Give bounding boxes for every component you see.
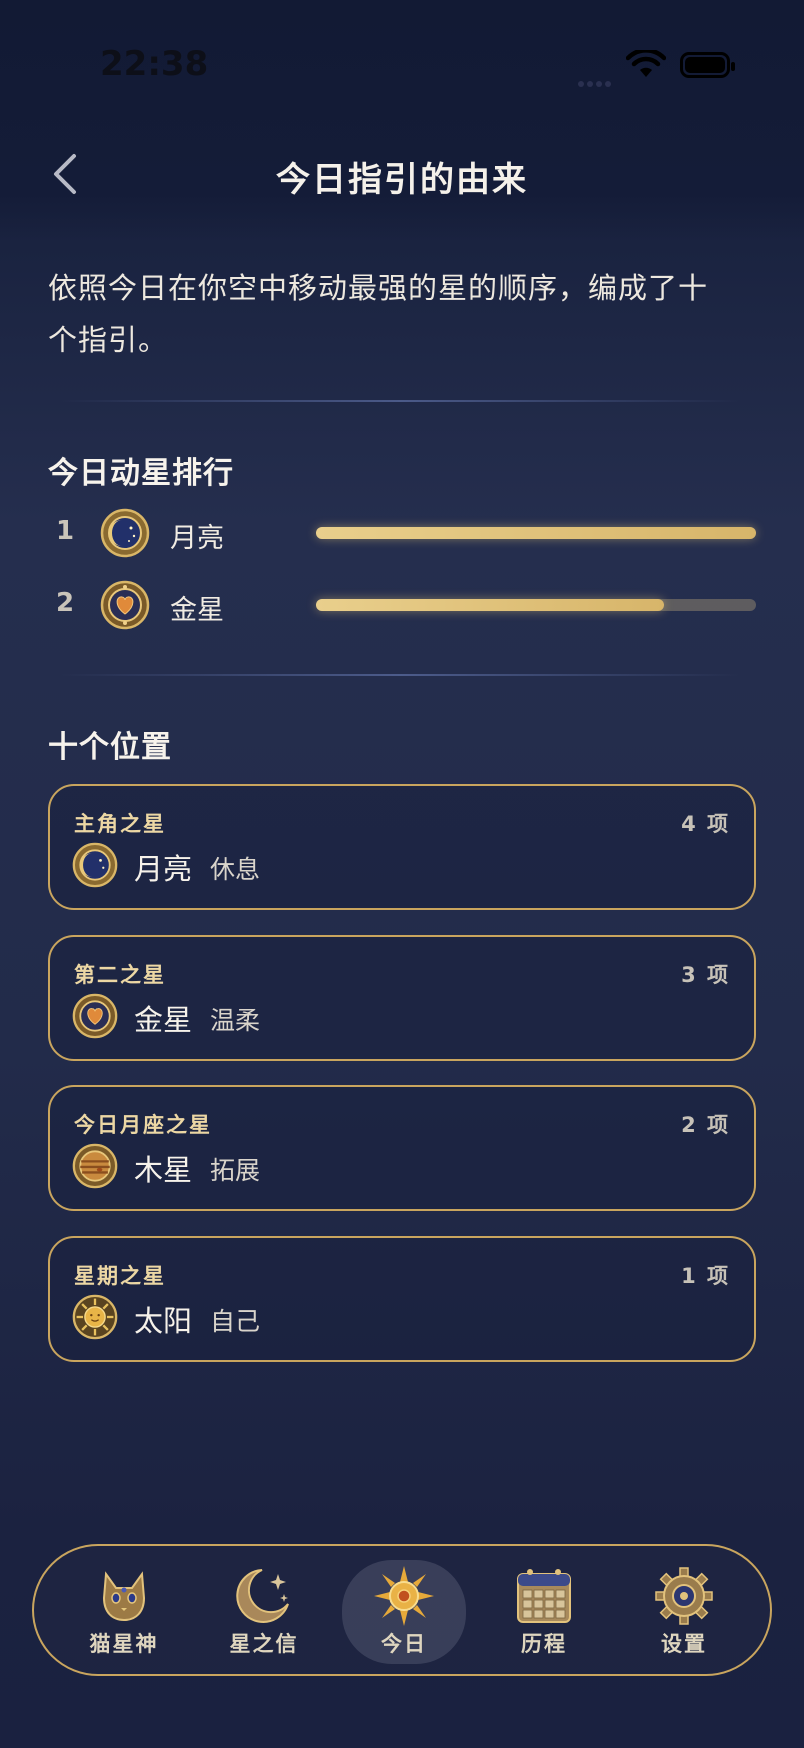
- venus-icon: [100, 580, 150, 630]
- strength-bar-fill: [316, 527, 756, 539]
- bottom-tab-bar: 猫星神 星之信 今日 历程 设置: [32, 1544, 772, 1676]
- rank-planet-name: 月亮: [170, 523, 224, 554]
- tab-settings[interactable]: 设置: [622, 1560, 746, 1664]
- crescent-icon: [236, 1569, 289, 1623]
- tab-star-letter[interactable]: 星之信: [202, 1560, 326, 1664]
- venus-icon: [72, 993, 118, 1039]
- calendar-icon: [517, 1569, 571, 1623]
- rank-row-moon: 1 月亮: [48, 506, 758, 562]
- rank-number: 1: [56, 516, 75, 546]
- cat-icon: [102, 1571, 146, 1622]
- moon-icon: [100, 508, 150, 558]
- tab-cat-star-god[interactable]: 猫星神: [62, 1560, 186, 1664]
- rank-planet-name: 金星: [170, 595, 224, 626]
- position-card-second-star[interactable]: 第二之星 3 项 金星 温柔: [48, 935, 756, 1061]
- tab-label: 猫星神: [89, 1632, 159, 1656]
- gear-icon: [655, 1567, 713, 1625]
- card-count: 4 项: [681, 812, 730, 836]
- intro-line-2: 个指引。: [48, 323, 169, 357]
- card-label: 星期之星: [74, 1264, 166, 1288]
- intro-line-1: 依照今日在你空中移动最强的星的顺序，编成了十: [48, 271, 709, 305]
- tab-label: 设置: [661, 1632, 707, 1656]
- card-label: 第二之星: [74, 963, 166, 987]
- wifi-icon: [626, 50, 666, 77]
- tab-label: 历程: [521, 1632, 567, 1656]
- moon-icon: [72, 842, 118, 888]
- intro-text: 依照今日在你空中移动最强的星的顺序，编成了十 个指引。: [48, 262, 718, 366]
- card-trait: 温柔: [210, 1006, 261, 1035]
- cellular-signal-icon: [578, 72, 614, 87]
- card-planet-name: 金星: [134, 1003, 193, 1037]
- sun-icon: [72, 1294, 118, 1340]
- card-label: 今日月座之星: [74, 1113, 212, 1137]
- divider: [60, 674, 740, 676]
- position-card-weekday-star[interactable]: 星期之星 1 项 太阳 自己: [48, 1236, 756, 1362]
- card-trait: 休息: [210, 855, 261, 884]
- card-trait: 自己: [210, 1307, 261, 1336]
- rank-row-venus: 2 金星: [48, 578, 758, 634]
- card-planet-name: 木星: [134, 1153, 193, 1187]
- jupiter-icon: [72, 1143, 118, 1189]
- tab-today[interactable]: 今日: [342, 1560, 466, 1664]
- strength-bar: [316, 527, 756, 539]
- tab-label: 今日: [381, 1632, 427, 1656]
- position-card-moon-sign-star[interactable]: 今日月座之星 2 项 木星 拓展: [48, 1085, 756, 1211]
- card-count: 3 项: [681, 963, 730, 987]
- positions-title: 十个位置: [48, 730, 172, 765]
- tab-label: 星之信: [229, 1632, 299, 1656]
- page-title: 今日指引的由来: [276, 160, 528, 200]
- card-label: 主角之星: [74, 812, 166, 836]
- tab-history[interactable]: 历程: [482, 1560, 606, 1664]
- battery-icon: [680, 52, 735, 78]
- ranking-title: 今日动星排行: [48, 456, 234, 491]
- card-count: 1 项: [681, 1264, 730, 1288]
- card-count: 2 项: [681, 1113, 730, 1137]
- rank-number: 2: [56, 588, 75, 618]
- navigation-bar: 今日指引的由来: [0, 140, 804, 210]
- strength-bar: [316, 599, 756, 611]
- divider: [60, 400, 740, 402]
- card-planet-name: 月亮: [134, 852, 193, 886]
- position-card-main-star[interactable]: 主角之星 4 项 月亮 休息: [48, 784, 756, 910]
- status-time: 22:38: [100, 44, 209, 84]
- strength-bar-fill: [316, 599, 664, 611]
- card-planet-name: 太阳: [134, 1304, 193, 1338]
- status-bar: 22:38: [0, 0, 804, 120]
- card-trait: 拓展: [210, 1156, 261, 1185]
- sun-icon: [374, 1566, 434, 1626]
